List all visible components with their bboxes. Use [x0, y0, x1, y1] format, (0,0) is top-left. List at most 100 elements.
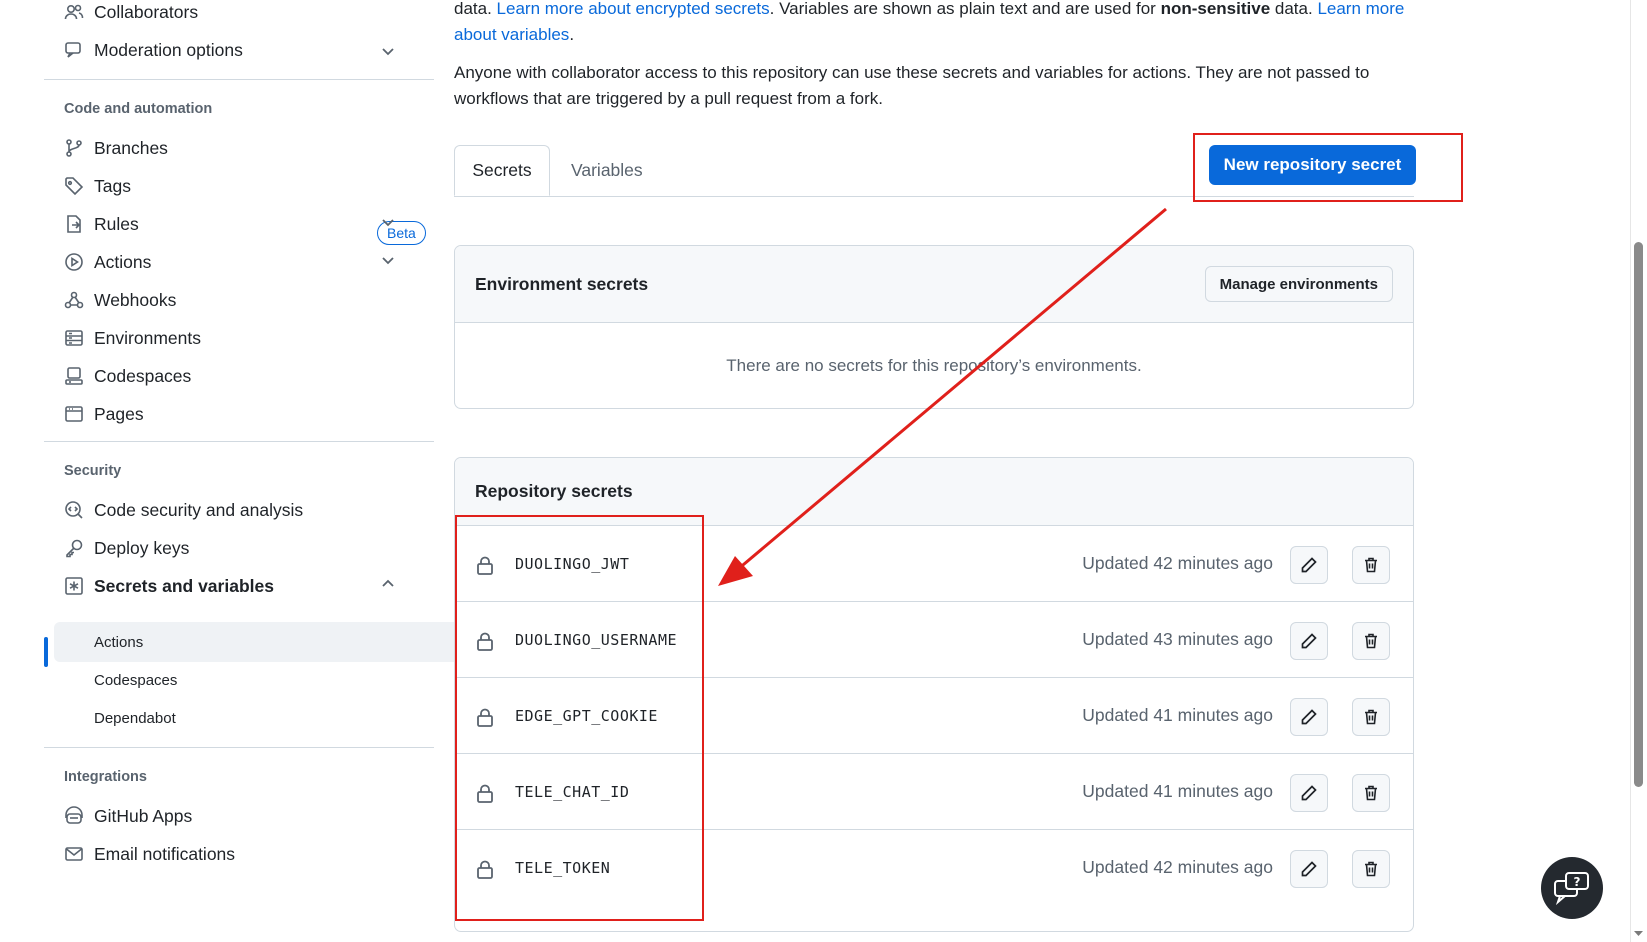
sidebar-item-collaborators[interactable]: Collaborators [64, 0, 198, 30]
sidebar-item-label: Secrets and variables [94, 575, 274, 596]
secret-updated: Updated 41 minutes ago [1082, 705, 1273, 725]
secret-updated: Updated 43 minutes ago [1082, 629, 1273, 649]
rules-icon [64, 214, 84, 234]
comment-icon [64, 40, 84, 60]
intro-bold-text: non-sensitive [1160, 0, 1271, 18]
chevron-down-icon[interactable] [380, 252, 396, 268]
environment-secrets-header: Environment secrets Manage environments [455, 246, 1413, 323]
sidebar-item-moderation[interactable]: Moderation options [64, 32, 243, 68]
pencil-icon [1301, 557, 1317, 573]
pencil-icon [1301, 861, 1317, 877]
edit-secret-button[interactable] [1290, 774, 1328, 812]
chevron-down-icon[interactable] [380, 43, 396, 59]
delete-secret-button[interactable] [1352, 850, 1390, 888]
section-title-code-automation: Code and automation [64, 101, 213, 117]
sidebar-item-label: Collaborators [94, 1, 199, 22]
secret-updated: Updated 41 minutes ago [1082, 781, 1273, 801]
delete-secret-button[interactable] [1352, 774, 1390, 812]
sidebar-item-label: Moderation options [94, 39, 243, 60]
chevron-down-icon[interactable] [380, 214, 396, 230]
scrollbar-thumb[interactable] [1634, 242, 1643, 787]
trash-icon [1365, 861, 1377, 877]
sidebar-subitem-dependabot[interactable]: Dependabot [54, 698, 468, 738]
tag-icon [64, 176, 84, 196]
sidebar-item-deploy-keys[interactable]: Deploy keys [64, 530, 189, 566]
scroll-down-arrow-icon[interactable] [1633, 930, 1644, 938]
sidebar-item-label: Codespaces [94, 365, 192, 386]
intro-text: . [569, 25, 575, 44]
sidebar-item-label: Rules [94, 213, 139, 234]
sidebar-item-rules[interactable]: Rules [64, 206, 139, 242]
sidebar-item-branches[interactable]: Branches [64, 130, 168, 166]
divider [44, 441, 434, 442]
intro-text: data. [1270, 0, 1318, 18]
sidebar-item-label: Email notifications [94, 843, 236, 864]
mail-icon [64, 844, 84, 864]
trash-icon [1365, 709, 1377, 725]
empty-state-text: There are no secrets for this repository… [726, 356, 1142, 375]
hubot-icon [64, 806, 84, 826]
edit-secret-button[interactable] [1290, 546, 1328, 584]
sidebar-item-actions[interactable]: Actions [64, 244, 151, 280]
intro-paragraph: data. Learn more about encrypted secrets… [454, 0, 1414, 48]
sidebar-subitem-actions[interactable]: Actions [54, 622, 468, 662]
browser-icon [64, 404, 84, 424]
server-icon [64, 328, 84, 348]
pencil-icon [1301, 633, 1317, 649]
tab-secrets[interactable]: Secrets [454, 145, 550, 196]
environment-secrets-title: Environment secrets [475, 273, 649, 294]
asterisk-icon [64, 576, 84, 596]
edit-secret-button[interactable] [1290, 698, 1328, 736]
collaborator-note: Anyone with collaborator access to this … [454, 63, 1370, 108]
sidebar-item-label: Actions [94, 251, 152, 272]
help-button[interactable]: ? [1541, 857, 1603, 919]
pencil-icon [1301, 709, 1317, 725]
divider [44, 747, 434, 748]
annotation-box-new-secret [1193, 133, 1463, 202]
sidebar-item-secrets-and-variables[interactable]: Secrets and variables [64, 568, 274, 604]
sidebar-item-label: Webhooks [94, 289, 177, 310]
trash-icon [1365, 633, 1377, 649]
sidebar-item-codespaces[interactable]: Codespaces [64, 358, 191, 394]
codescan-icon [64, 500, 84, 520]
edit-secret-button[interactable] [1290, 850, 1328, 888]
play-icon [64, 252, 84, 272]
intro-text: . Variables are shown as plain text and … [769, 0, 1161, 18]
section-title-security: Security [64, 463, 122, 479]
help-chat-icon: ? [1554, 872, 1589, 905]
sidebar-item-label: Deploy keys [94, 537, 190, 558]
annotation-box-secret-names [455, 515, 704, 921]
learn-more-secrets-link[interactable]: Learn more about encrypted secrets [497, 0, 770, 18]
sidebar-item-label: Tags [94, 175, 131, 196]
delete-secret-button[interactable] [1352, 698, 1390, 736]
sidebar-item-tags[interactable]: Tags [64, 168, 131, 204]
secret-updated: Updated 42 minutes ago [1082, 553, 1273, 573]
git-branch-icon [64, 138, 84, 158]
sidebar-item-github-apps[interactable]: GitHub Apps [64, 798, 192, 834]
chevron-up-icon[interactable] [380, 576, 396, 592]
sidebar-item-email-notifications[interactable]: Email notifications [64, 836, 235, 872]
trash-icon [1365, 557, 1377, 573]
sidebar-item-label: Branches [94, 137, 168, 158]
secret-updated: Updated 42 minutes ago [1082, 857, 1273, 877]
webhook-icon [64, 290, 84, 310]
sidebar-item-label: Pages [94, 403, 144, 424]
sidebar-item-code-security[interactable]: Code security and analysis [64, 492, 303, 528]
key-icon [64, 538, 84, 558]
pencil-icon [1301, 785, 1317, 801]
sidebar-item-label: Code security and analysis [94, 499, 304, 520]
delete-secret-button[interactable] [1352, 622, 1390, 660]
sidebar-item-webhooks[interactable]: Webhooks [64, 282, 176, 318]
delete-secret-button[interactable] [1352, 546, 1390, 584]
edit-secret-button[interactable] [1290, 622, 1328, 660]
codespaces-icon [64, 366, 84, 386]
tab-variables[interactable]: Variables [571, 145, 643, 196]
intro-text: data. [454, 0, 497, 18]
sidebar-item-environments[interactable]: Environments [64, 320, 201, 356]
people-icon [64, 2, 84, 22]
section-title-integrations: Integrations [64, 769, 147, 785]
sidebar-item-pages[interactable]: Pages [64, 396, 144, 432]
sidebar-item-label: GitHub Apps [94, 805, 193, 826]
sidebar-subitem-codespaces[interactable]: Codespaces [54, 660, 468, 700]
manage-environments-button[interactable]: Manage environments [1204, 266, 1393, 302]
